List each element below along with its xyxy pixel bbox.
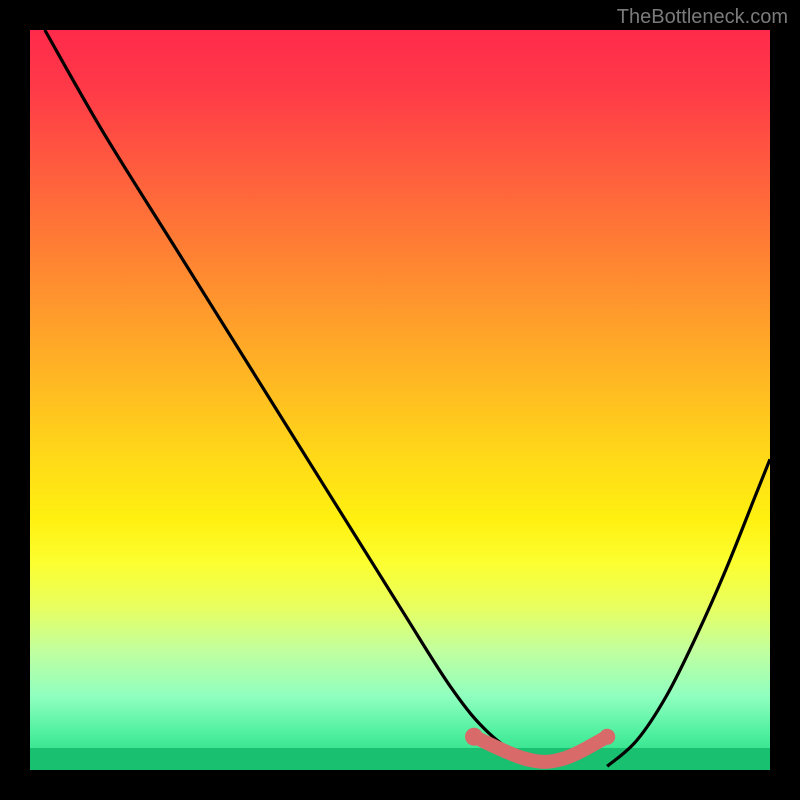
bottom-marker-path bbox=[474, 737, 607, 762]
chart-svg bbox=[30, 30, 770, 770]
plot-area bbox=[30, 30, 770, 770]
watermark-text: TheBottleneck.com bbox=[617, 6, 788, 29]
marker-dot-left bbox=[465, 728, 483, 746]
left-curve bbox=[45, 30, 548, 766]
marker-dot-right bbox=[599, 729, 615, 745]
right-curve bbox=[607, 459, 770, 766]
